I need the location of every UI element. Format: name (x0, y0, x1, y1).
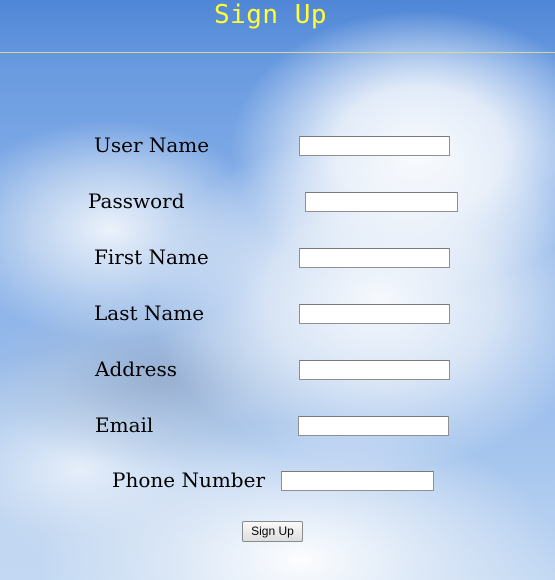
username-label: User Name (94, 133, 210, 157)
phone-number-input[interactable] (281, 471, 434, 491)
email-label: Email (95, 413, 154, 437)
sign-up-button[interactable]: Sign Up (242, 521, 303, 542)
page-title: Sign Up (213, 0, 328, 30)
password-input[interactable] (305, 192, 458, 212)
phone-number-label: Phone Number (112, 468, 265, 492)
first-name-label: First Name (94, 245, 209, 269)
header-bar: Sign Up (0, 0, 555, 53)
password-label: Password (88, 189, 185, 213)
address-input[interactable] (299, 360, 450, 380)
address-label: Address (95, 357, 177, 381)
last-name-label: Last Name (94, 301, 205, 325)
email-input[interactable] (298, 416, 449, 436)
username-input[interactable] (299, 136, 450, 156)
last-name-input[interactable] (299, 304, 450, 324)
first-name-input[interactable] (299, 248, 450, 268)
